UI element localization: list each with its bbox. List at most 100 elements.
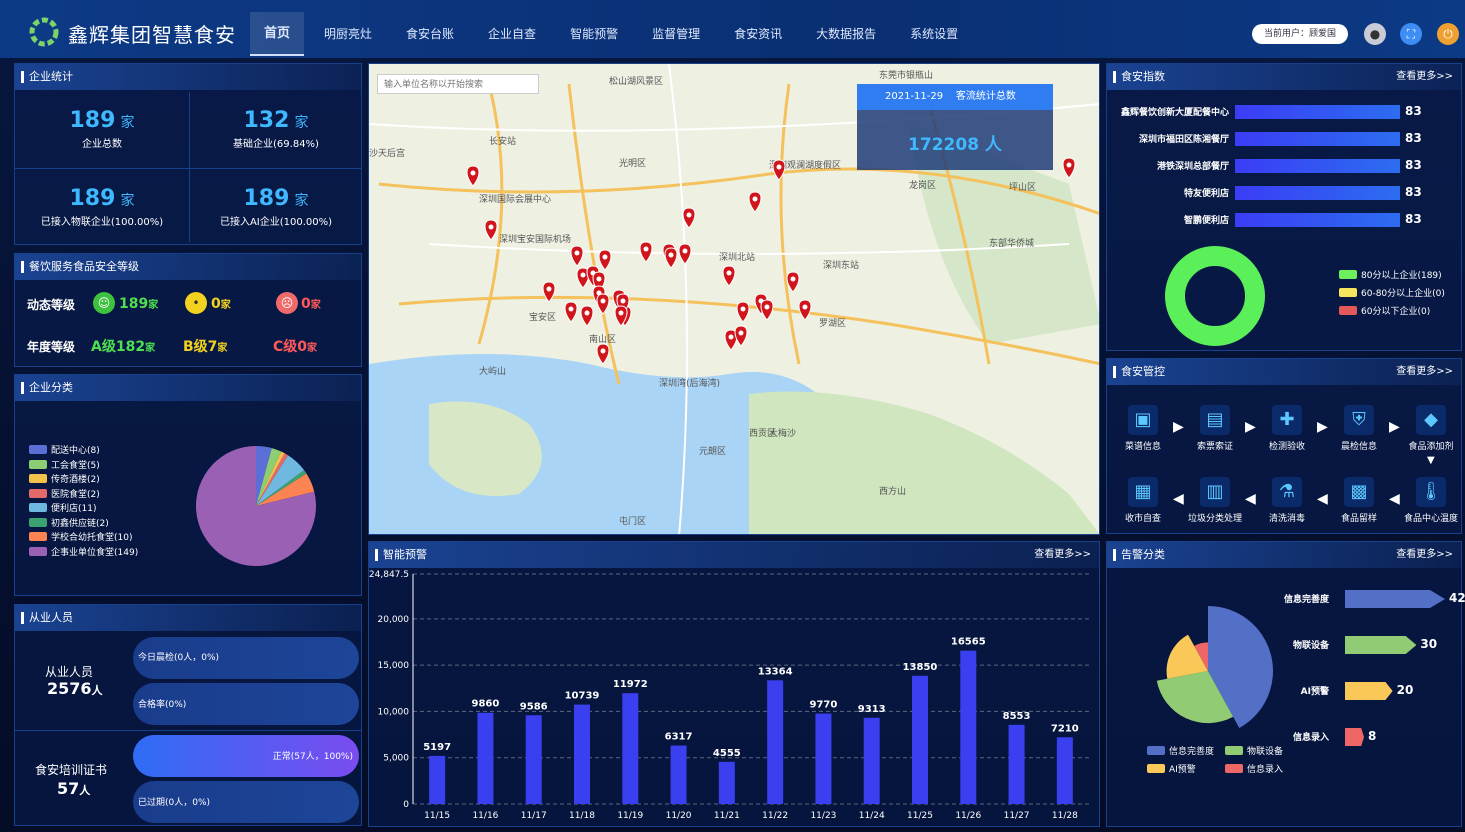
bar[interactable] (718, 761, 735, 804)
category-legend-item[interactable]: 配送中心(8) (29, 443, 100, 456)
bar[interactable] (912, 675, 928, 804)
nav-supervise[interactable]: 监督管理 (638, 12, 714, 56)
map-place-label: 坪山区 (1009, 182, 1036, 193)
bar[interactable] (622, 693, 639, 804)
bar[interactable] (670, 745, 687, 804)
fullscreen-icon[interactable]: ⛶ (1400, 23, 1422, 45)
panel-title: 餐饮服务食品安全等级 (15, 254, 361, 280)
record-icon[interactable]: ● (1364, 23, 1386, 45)
index-legend-item[interactable]: 60分以下企业(0) (1339, 304, 1430, 317)
index-rank-row[interactable]: 智鹏便利店 83 (1107, 210, 1427, 230)
index-rank-row[interactable]: 特友便利店 83 (1107, 183, 1427, 203)
map-panel[interactable]: 松山湖风景区 东莞市银瓶山 深圳国际会展中心 深圳宝安国际机场 深圳北站 深圳东站 深圳观澜… (368, 63, 1100, 535)
current-user[interactable]: 当前用户：顾爱国 (1252, 24, 1348, 44)
nav-settings[interactable]: 系统设置 (896, 12, 972, 56)
map-place-label: 沙天后宫 (369, 147, 405, 159)
warn-bar[interactable] (1345, 682, 1393, 700)
index-rank-row[interactable]: 港铁深圳总部餐厅 83 (1107, 156, 1427, 176)
map-place-label: 屯门区 (619, 515, 646, 527)
index-rank-row[interactable]: 深圳市福田区陈湘餐厅 83 (1107, 129, 1427, 149)
nav-home[interactable]: 首页 (250, 12, 305, 56)
control-step[interactable]: ▣ 菜谱信息 (1113, 405, 1173, 452)
nav-report[interactable]: 大数据报告 (802, 12, 890, 56)
control-step[interactable]: ▦ 收市自查 (1113, 477, 1173, 524)
bar[interactable] (429, 755, 446, 804)
data-label: 8553 (1003, 711, 1031, 722)
control-step[interactable]: ◆ 食品添加剂 (1401, 405, 1461, 452)
bar[interactable] (767, 680, 784, 804)
control-icon: ▥ (1200, 477, 1230, 507)
x-tick-label: 11/19 (617, 811, 643, 821)
control-step[interactable]: ⛨ 晨检信息 (1329, 405, 1389, 452)
warn-legend-item[interactable]: 信息完善度 (1147, 744, 1214, 757)
nav-alarm[interactable]: 智能预警 (556, 12, 632, 56)
nav-selfcheck[interactable]: 企业自查 (474, 12, 550, 56)
category-legend-item[interactable]: 传奇酒楼(2) (29, 472, 100, 485)
nav-ledger[interactable]: 食安台账 (392, 12, 468, 56)
map-place-label: 东部华侨城 (989, 237, 1034, 249)
x-tick-label: 11/27 (1004, 811, 1030, 821)
control-step[interactable]: ▤ 索票索证 (1185, 405, 1245, 452)
power-icon[interactable]: ⏻ (1437, 23, 1459, 45)
index-legend-item[interactable]: 60-80分以上企业(0) (1339, 286, 1445, 299)
stat-iot: 189 家已接入物联企业(100.00%) (40, 186, 164, 228)
bar[interactable] (574, 704, 590, 804)
enterprise-category-panel: 企业分类 配送中心(8) 工会食堂(5) 传奇酒楼(2) 医院食堂(2) 便利店(11)… (14, 374, 362, 596)
bar[interactable] (1056, 737, 1073, 804)
category-legend-item[interactable]: 学校合幼托食堂(10) (29, 530, 132, 543)
pass-rate-pill: 合格率(0%) (133, 683, 359, 725)
map-place-label: 深圳宝安国际机场 (499, 233, 571, 245)
warn-more-link[interactable]: 查看更多>> (1396, 542, 1453, 568)
bar[interactable] (863, 717, 880, 804)
map-place-label: 松山湖风景区 (609, 75, 663, 87)
data-label: 9860 (472, 699, 500, 710)
bar[interactable] (525, 715, 542, 804)
alarm-more-link[interactable]: 查看更多>> (1034, 542, 1091, 568)
warn-bar-label: AI预警 (1300, 687, 1329, 697)
x-tick-label: 11/15 (424, 811, 450, 821)
warn-legend-item[interactable]: 信息录入 (1225, 762, 1283, 775)
bar[interactable] (1008, 724, 1025, 804)
warn-bar-value: 30 (1420, 637, 1438, 651)
control-step[interactable]: ⚗ 清洗消毒 (1257, 477, 1317, 524)
index-legend-item[interactable]: 80分以上企业(189) (1339, 268, 1442, 281)
y-tick-label: 0 (403, 800, 409, 810)
control-step[interactable]: ✚ 检测验收 (1257, 405, 1317, 452)
staff-label: 从业人员 (45, 665, 94, 679)
category-legend-item[interactable]: 企事业单位食堂(149) (29, 545, 138, 558)
warn-legend-item[interactable]: 物联设备 (1225, 744, 1283, 757)
category-legend-item[interactable]: 便利店(11) (29, 501, 96, 514)
arrow-left-icon: ◀ (1173, 491, 1184, 507)
control-more-link[interactable]: 查看更多>> (1396, 359, 1453, 385)
warn-bar[interactable] (1345, 728, 1365, 746)
bar[interactable] (815, 713, 832, 804)
warn-bar[interactable] (1345, 636, 1417, 654)
x-tick-label: 11/23 (810, 811, 836, 821)
map-place-label: 大梅沙 (769, 427, 796, 439)
control-step[interactable]: ▥ 垃圾分类处理 (1185, 477, 1245, 524)
category-legend-item[interactable]: 医院食堂(2) (29, 487, 100, 500)
neutral-face-icon: • (185, 292, 207, 314)
bar[interactable] (477, 712, 494, 804)
index-rank-row[interactable]: 鑫辉餐饮创新大厦配餐中心 83 (1107, 102, 1427, 122)
arrow-left-icon: ◀ (1317, 491, 1328, 507)
category-legend-item[interactable]: 初鑫供应链(2) (29, 516, 109, 529)
nav-kitchen[interactable]: 明厨亮灶 (310, 12, 386, 56)
x-tick-label: 11/22 (762, 811, 788, 821)
arrow-left-icon: ◀ (1389, 491, 1400, 507)
warn-legend-item[interactable]: AI预警 (1147, 762, 1196, 775)
safety-control-panel: 食安管控 查看更多>> ▣ 菜谱信息 ▶ ▤ 索票索证 ▶ ✚ 检测验收 ▶ ⛨ 晨检信息 ▶ ◆ 食品添… (1106, 358, 1462, 534)
y-tick-label: 5,000 (383, 754, 409, 764)
nav-news[interactable]: 食安资讯 (720, 12, 796, 56)
smart-alarm-panel: 智能预警 查看更多>> 24,847.5 20,000 15,000 10,000 5,… (368, 541, 1100, 827)
control-step[interactable]: 🌡 食品中心温度 (1401, 477, 1461, 524)
control-step[interactable]: ▩ 食品留样 (1329, 477, 1389, 524)
x-tick-label: 11/24 (859, 811, 885, 821)
map-search-input[interactable] (377, 74, 539, 94)
category-legend-item[interactable]: 工会食堂(5) (29, 458, 100, 471)
sad-face-icon: ☹ (276, 292, 298, 314)
cert-normal-pill: 正常(57人，100%) (133, 735, 359, 777)
warn-bar[interactable] (1345, 590, 1445, 608)
index-more-link[interactable]: 查看更多>> (1396, 64, 1453, 90)
bar[interactable] (960, 650, 977, 804)
